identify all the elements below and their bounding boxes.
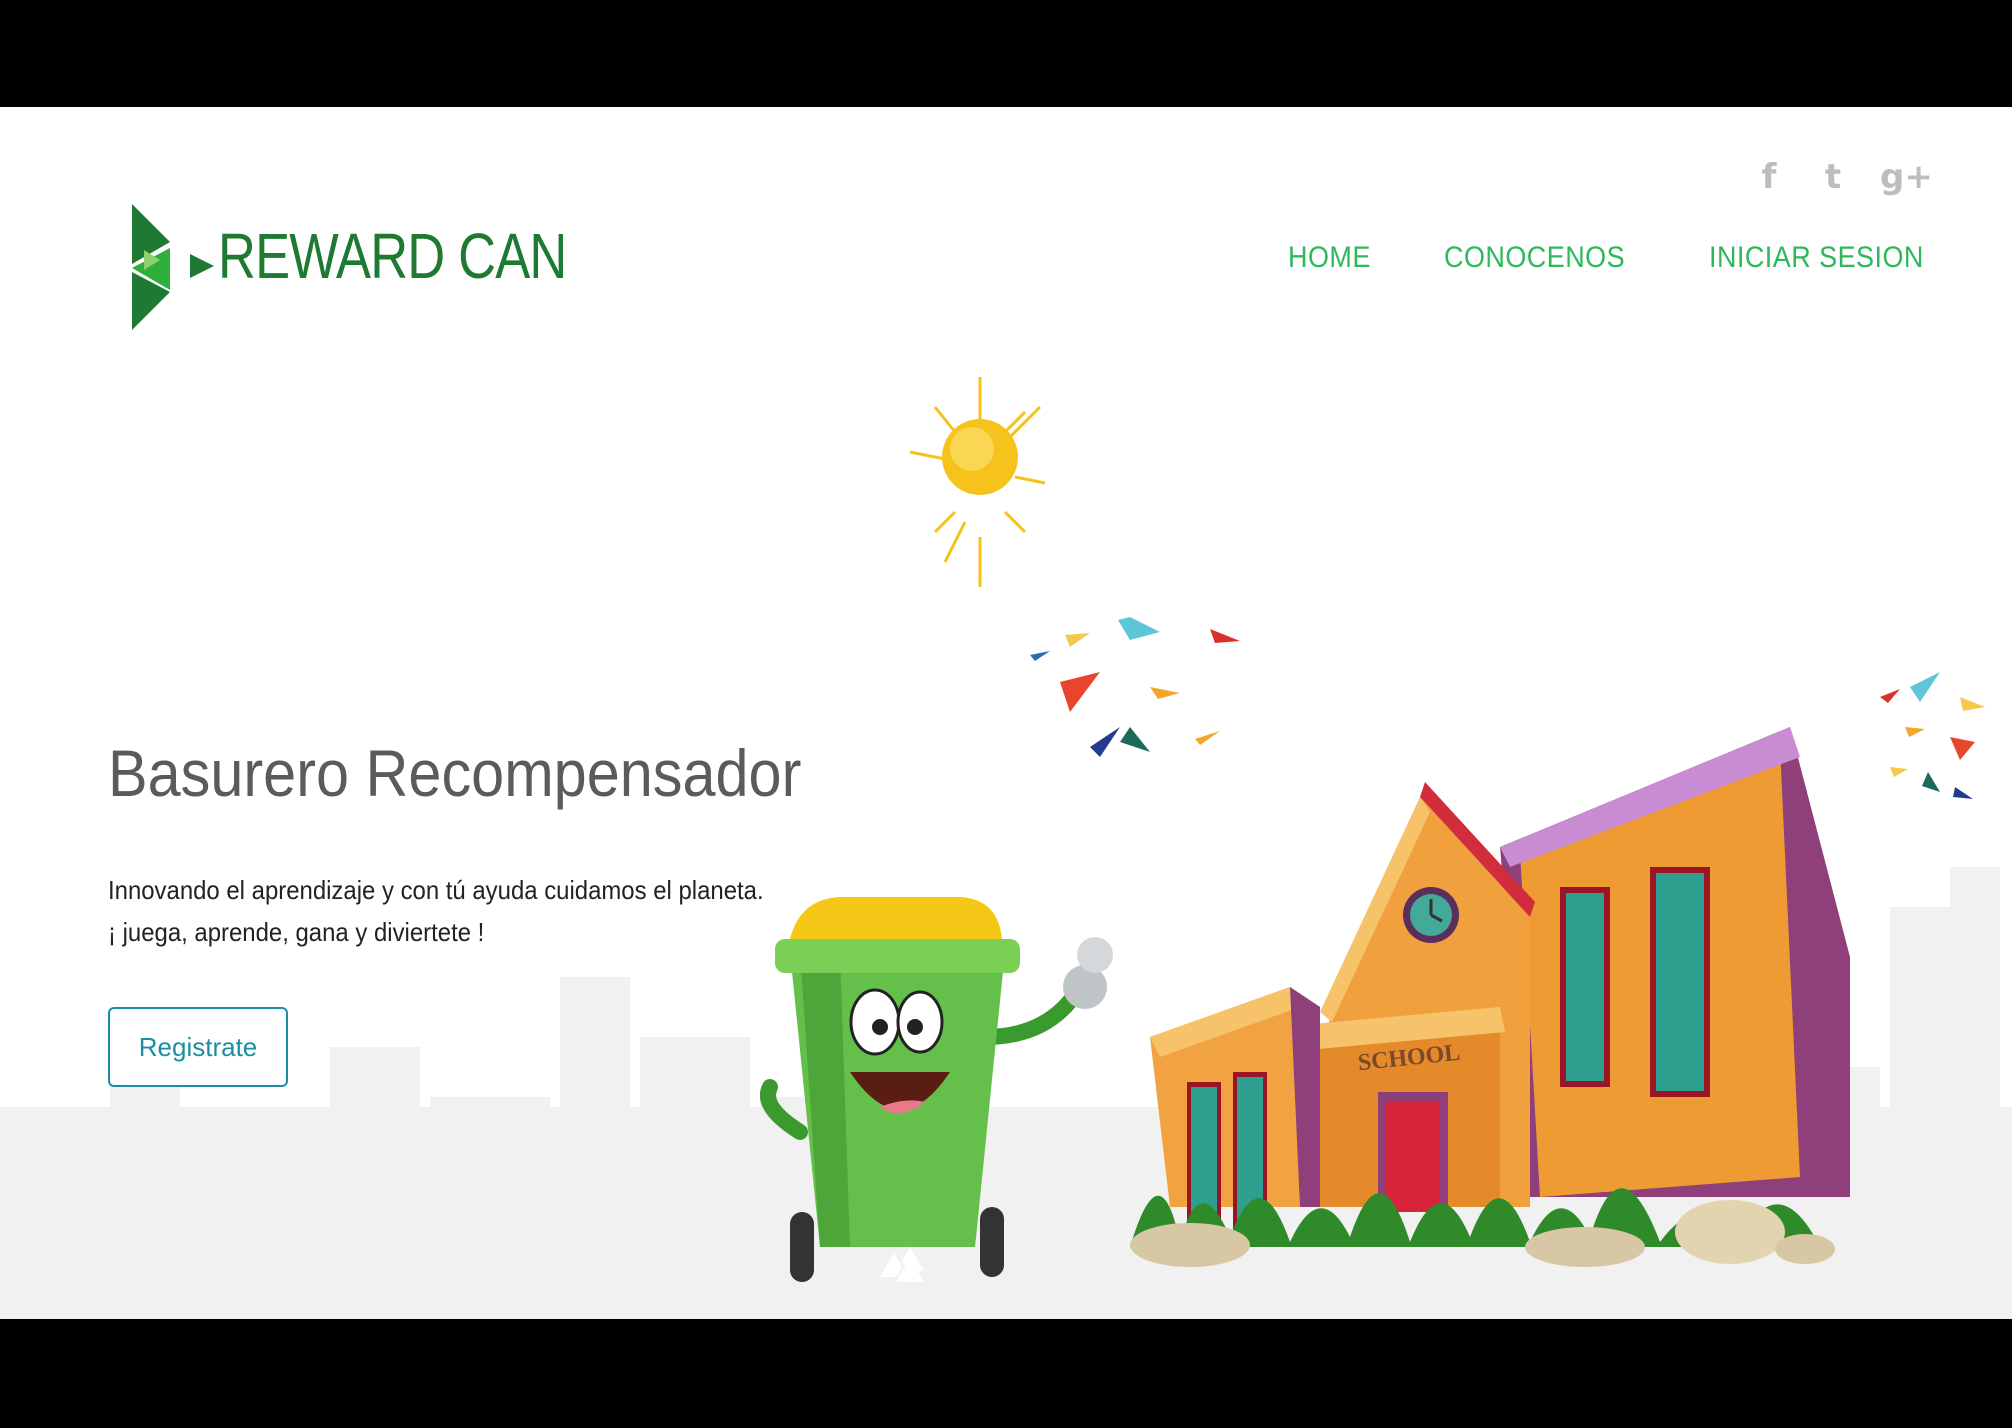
school-building: SCHOOL — [1130, 727, 1850, 1267]
page: REWARD CAN f t g+ HOME CONOCENOS INICIAR… — [0, 107, 2012, 1319]
birds-left — [1030, 617, 1240, 757]
hero-description: Innovando el aprendizaje y con tú ayuda … — [108, 869, 764, 953]
hero-illustration: SCHOOL — [760, 377, 1985, 1282]
birds-right — [1880, 672, 1985, 799]
hero-line-2: ¡ juega, aprende, gana y diviertete ! — [108, 917, 485, 947]
sun-icon — [909, 377, 1046, 587]
recycle-bin-mascot — [760, 897, 1113, 1282]
recycle-symbol-icon — [880, 1247, 924, 1282]
hero-line-1: Innovando el aprendizaje y con tú ayuda … — [108, 875, 764, 905]
register-button[interactable]: Registrate — [108, 1007, 288, 1087]
hero-title: Basurero Recompensador — [108, 736, 802, 810]
